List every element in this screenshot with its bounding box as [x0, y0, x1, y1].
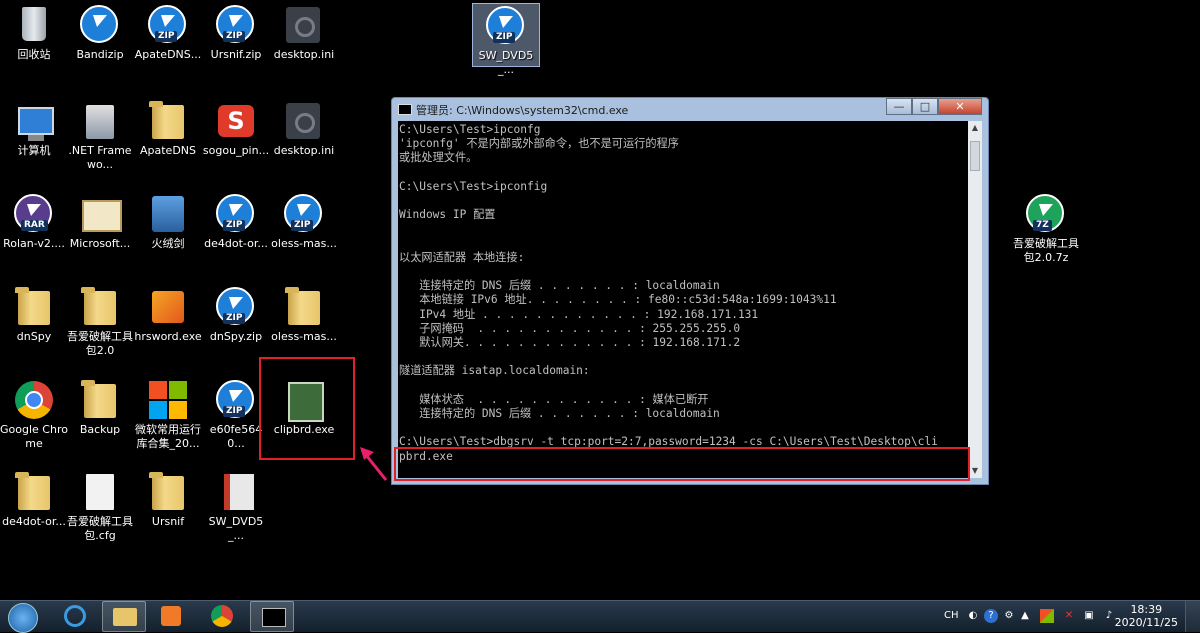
desktop-icon-desktop-ini-2[interactable]: desktop.ini — [270, 101, 338, 158]
scroll-down-icon[interactable]: ▼ — [968, 464, 982, 478]
settings-file-icon — [286, 103, 320, 139]
media-player-icon — [161, 606, 181, 626]
taskbar-chrome[interactable] — [200, 601, 244, 632]
desktop-icon-oless-folder[interactable]: oless-mas... — [270, 287, 338, 344]
ime-icon[interactable]: ◐ — [966, 609, 980, 623]
taskbar-media-player[interactable] — [150, 601, 194, 632]
desktop: 回收站 计算机 RAR Rolan-v2.... dnSpy Google Ch… — [0, 0, 1200, 600]
folder-icon — [81, 287, 116, 325]
bandizip-icon — [80, 5, 118, 43]
desktop-icon-dnspy-folder[interactable]: dnSpy — [0, 287, 68, 344]
minimize-button[interactable]: — — [886, 98, 912, 115]
cmd-window-title: 管理员: C:\Windows\system32\cmd.exe — [416, 104, 629, 117]
hrsword-icon — [152, 291, 184, 323]
internet-explorer-icon — [64, 605, 86, 627]
disc-image-icon — [224, 474, 254, 510]
document-icon — [86, 474, 114, 510]
show-desktop-button[interactable] — [1185, 601, 1200, 632]
ime-settings-icon[interactable]: ⚙ — [1002, 609, 1016, 623]
desktop-icon-apatedns-zip[interactable]: ZIP ApateDNS... — [134, 5, 202, 62]
clipbrd-highlight-box — [259, 357, 355, 460]
huorong-sword-icon — [152, 196, 184, 232]
recycle-bin-icon — [22, 7, 46, 41]
cmd-title-bar[interactable]: 管理员: C:\Windows\system32\cmd.exe — □ ✕ — [392, 98, 988, 120]
file-explorer-icon — [113, 608, 137, 626]
cmd-app-icon — [398, 104, 412, 115]
desktop-icon-sw-dvd5-folder[interactable]: SW_DVD5_... — [202, 472, 270, 543]
windows-logo-icon — [148, 380, 188, 420]
desktop-icon-bandizip[interactable]: Bandizip — [66, 5, 134, 62]
desktop-icon-sw-dvd5-zip[interactable]: ZIP SW_DVD5_... — [472, 3, 540, 76]
desktop-icon-52pojie-cfg[interactable]: 吾爱破解工具包.cfg — [66, 472, 134, 543]
folder-icon — [81, 380, 116, 418]
taskbar: CH ◐ ? ⚙ ▲ ✕ ▣ ♪ 18:39 2020/11/25 — [0, 600, 1200, 633]
desktop-icon-ursnif-zip[interactable]: ZIP Ursnif.zip — [202, 5, 270, 62]
action-center-icon[interactable] — [1040, 609, 1054, 623]
folder-icon — [149, 101, 184, 139]
folder-icon — [285, 287, 320, 325]
close-button[interactable]: ✕ — [938, 98, 982, 115]
annotation-arrow-icon — [360, 447, 388, 481]
desktop-icon-52pojie-folder[interactable]: 吾爱破解工具包2.0 — [66, 287, 134, 358]
tray-expand-icon[interactable]: ▲ — [1018, 609, 1032, 623]
desktop-icon-backup[interactable]: Backup — [66, 380, 134, 437]
chrome-icon — [211, 605, 233, 627]
desktop-icon-microsoft[interactable]: Microsoft... — [66, 194, 134, 251]
certificate-icon — [82, 200, 122, 232]
start-button[interactable] — [8, 603, 38, 633]
console-text: C:\Users\Test>ipconfg 'ipconfg' 不是内部或外部命… — [399, 123, 938, 463]
desktop-icon-de4dot-folder[interactable]: de4dot-or... — [0, 472, 68, 529]
folder-icon — [15, 287, 50, 325]
installer-icon — [86, 105, 114, 139]
taskbar-cmd[interactable] — [250, 601, 294, 632]
desktop-icon-apatedns-folder[interactable]: ApateDNS — [134, 101, 202, 158]
maximize-button[interactable]: □ — [912, 98, 938, 115]
desktop-icon-rolan[interactable]: RAR Rolan-v2.... — [0, 194, 68, 251]
desktop-icon-computer[interactable]: 计算机 — [0, 101, 68, 158]
desktop-icon-desktop-ini-1[interactable]: desktop.ini — [270, 5, 338, 62]
clock-time: 18:39 — [1130, 603, 1163, 616]
taskbar-explorer[interactable] — [102, 601, 146, 632]
folder-icon — [15, 472, 50, 510]
scrollbar-thumb[interactable] — [970, 141, 980, 171]
help-icon[interactable]: ? — [984, 609, 998, 623]
settings-file-icon — [286, 7, 320, 43]
desktop-icon-52pojie-7z[interactable]: 7Z 吾爱破解工具包2.0.7z — [1010, 194, 1082, 265]
scroll-up-icon[interactable]: ▲ — [968, 121, 982, 135]
network-icon[interactable]: ▣ — [1082, 609, 1096, 623]
cmd-window[interactable]: 管理员: C:\Windows\system32\cmd.exe — □ ✕ C… — [391, 97, 989, 485]
desktop-icon-recycle-bin[interactable]: 回收站 — [0, 5, 68, 62]
clock-date: 2020/11/25 — [1114, 616, 1178, 629]
folder-icon — [149, 472, 184, 510]
desktop-icon-oless-zip[interactable]: ZIP oless-mas... — [270, 194, 338, 251]
network-disconnected-icon[interactable]: ✕ — [1062, 609, 1076, 623]
taskbar-ie[interactable] — [54, 601, 98, 632]
chrome-icon — [15, 381, 53, 419]
sogou-icon: S — [218, 105, 254, 137]
desktop-icon-google-chrome[interactable]: Google Chrome — [0, 380, 68, 451]
desktop-icon-runtime-collection[interactable]: 微软常用运行库合集_20... — [134, 380, 202, 451]
desktop-icon-sogou-pinyin[interactable]: S sogou_pin... — [202, 101, 270, 158]
command-highlight-box — [394, 447, 970, 481]
desktop-icon-net-framework[interactable]: .NET Framewo... — [66, 101, 134, 172]
cmd-icon — [262, 608, 286, 627]
desktop-icon-dnspy-zip[interactable]: ZIP dnSpy.zip — [202, 287, 270, 344]
desktop-icon-ursnif-folder[interactable]: Ursnif — [134, 472, 202, 529]
taskbar-clock[interactable]: 18:39 2020/11/25 — [1115, 603, 1178, 629]
desktop-icon-de4dot-zip[interactable]: ZIP de4dot-or... — [202, 194, 270, 251]
desktop-icon-hrsword[interactable]: hrsword.exe — [134, 287, 202, 344]
language-indicator[interactable]: CH — [944, 609, 959, 623]
console-output-area[interactable]: C:\Users\Test>ipconfg 'ipconfg' 不是内部或外部命… — [398, 121, 968, 478]
console-scrollbar[interactable]: ▲ ▼ — [968, 121, 982, 478]
desktop-icon-huorong-sword[interactable]: 火绒剑 — [134, 194, 202, 251]
computer-icon — [18, 107, 54, 141]
